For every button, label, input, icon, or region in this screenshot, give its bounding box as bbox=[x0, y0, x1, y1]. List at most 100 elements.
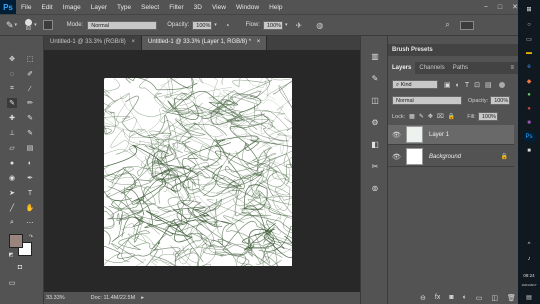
brush-tool-icon-active[interactable]: ✎ bbox=[7, 98, 17, 108]
status-menu-arrow[interactable]: ▸ bbox=[141, 295, 144, 301]
dodge-tool-icon[interactable]: ◐ bbox=[25, 158, 35, 168]
brush-panel-icon[interactable]: ✎ bbox=[369, 72, 381, 84]
layer-row-background[interactable]: 👁 Background 🔒 bbox=[388, 147, 514, 167]
more-tools-icon[interactable]: ⋯ bbox=[25, 218, 35, 228]
swap-colors-icon[interactable]: ↷ bbox=[26, 232, 36, 242]
tab-close-icon[interactable]: × bbox=[257, 39, 261, 45]
menu-edit[interactable]: Edit bbox=[36, 4, 57, 11]
lock-icons[interactable]: ▦✎✥⌧🔒 bbox=[409, 113, 459, 120]
brush-size-dropdown-icon[interactable]: ▾ bbox=[34, 22, 37, 28]
pen-tool-icon[interactable]: ✒ bbox=[25, 173, 35, 183]
minimize-button[interactable]: − bbox=[484, 4, 488, 11]
type-tool-icon[interactable]: T bbox=[25, 188, 35, 198]
new-layer-icon[interactable]: ◫ bbox=[491, 294, 498, 302]
task-view-icon[interactable]: ▭ bbox=[523, 34, 535, 44]
fill-input[interactable]: 100% bbox=[477, 112, 498, 121]
workspace-switcher-icon[interactable] bbox=[459, 20, 474, 30]
tab-untitled-rgb[interactable]: Untitled-1 @ 33.3% (RGB/8) × bbox=[44, 36, 142, 50]
screen-mode-icon[interactable]: ▭ bbox=[7, 278, 17, 288]
tab-untitled-layer1[interactable]: Untitled-1 @ 33.3% (Layer 1, RGB/8) * × bbox=[141, 36, 268, 50]
layer-row-layer1[interactable]: 👁 Layer 1 bbox=[388, 125, 514, 145]
adjustment-layer-icon[interactable]: ◐ bbox=[463, 294, 467, 301]
clock-time[interactable]: 08:24 bbox=[523, 270, 535, 280]
fx-icon[interactable]: fx bbox=[435, 294, 440, 301]
pressure-opacity-icon[interactable]: ◔ bbox=[225, 21, 230, 30]
color-panel-icon[interactable]: ◫ bbox=[369, 94, 381, 106]
menu-help[interactable]: Help bbox=[264, 4, 287, 11]
history-panel-icon[interactable]: ▥ bbox=[369, 50, 381, 62]
menu-view[interactable]: View bbox=[207, 4, 231, 11]
app-icon[interactable]: ● bbox=[523, 90, 535, 100]
styles-panel-icon[interactable]: ◧ bbox=[369, 138, 381, 150]
edge-icon[interactable]: e bbox=[523, 62, 535, 72]
brush-preset-dropdown-icon[interactable]: ▾ bbox=[15, 22, 18, 28]
zoom-tool-icon[interactable]: ⌕ bbox=[7, 218, 17, 228]
add-mask-icon[interactable]: ◙ bbox=[449, 294, 453, 301]
document-canvas[interactable] bbox=[104, 78, 292, 266]
notifications-icon[interactable]: ^ bbox=[523, 240, 535, 250]
search-icon[interactable]: ○ bbox=[523, 20, 535, 30]
visibility-eye-icon[interactable]: 👁 bbox=[392, 153, 402, 161]
filter-toggle-icon[interactable] bbox=[498, 81, 505, 88]
layer-opacity-input[interactable]: 100% bbox=[490, 96, 511, 105]
mixer-brush-tool-icon[interactable]: ✎ bbox=[25, 113, 35, 123]
path-select-tool-icon[interactable]: ➤ bbox=[7, 188, 17, 198]
lasso-tool-icon[interactable]: ◌ bbox=[7, 69, 17, 79]
menu-layer[interactable]: Layer bbox=[86, 4, 112, 11]
healing-brush-tool-icon[interactable]: ✚ bbox=[7, 113, 17, 123]
menu-3d[interactable]: 3D bbox=[189, 4, 207, 11]
flow-dropdown-icon[interactable]: ▾ bbox=[285, 22, 288, 28]
move-tool-icon[interactable]: ✥ bbox=[7, 54, 17, 64]
visibility-eye-icon[interactable]: 👁 bbox=[392, 131, 402, 139]
sponge-tool-icon[interactable]: ◉ bbox=[7, 173, 17, 183]
layer-name[interactable]: Background bbox=[429, 154, 461, 160]
panel-menu-icon[interactable]: ≡ bbox=[506, 62, 518, 74]
menu-file[interactable]: File bbox=[16, 4, 36, 11]
tab-layers[interactable]: Layers bbox=[388, 62, 416, 74]
gradient-tool-icon[interactable]: ▤ bbox=[25, 143, 35, 153]
zoom-level[interactable]: 33.33% bbox=[46, 295, 65, 301]
maximize-button[interactable]: □ bbox=[498, 4, 502, 11]
clock-date[interactable]: 19/01/2017 bbox=[519, 280, 539, 290]
opacity-dropdown-icon[interactable]: ▾ bbox=[214, 22, 217, 28]
flow-input[interactable]: 100% bbox=[262, 20, 283, 30]
menu-image[interactable]: Image bbox=[58, 4, 86, 11]
airbrush-icon[interactable]: ✈ bbox=[296, 21, 303, 30]
menu-window[interactable]: Window bbox=[231, 4, 264, 11]
crop-tool-icon[interactable]: ⌗ bbox=[7, 84, 17, 94]
hand-tool-icon[interactable]: ✋ bbox=[25, 203, 35, 213]
app-icon[interactable]: ● bbox=[523, 104, 535, 114]
properties-panel-icon[interactable]: ✂ bbox=[369, 160, 381, 172]
file-explorer-icon[interactable]: ▬ bbox=[523, 48, 535, 58]
filter-type-icons[interactable]: ▣◐T⊡▤ bbox=[444, 81, 497, 89]
app-icon[interactable]: ■ bbox=[523, 118, 535, 128]
default-colors-icon[interactable]: ◩ bbox=[6, 250, 16, 260]
group-icon[interactable]: ▭ bbox=[476, 294, 483, 302]
eyedropper-tool-icon[interactable]: ⁄ bbox=[25, 84, 35, 94]
adjustments-panel-icon[interactable]: ⚙ bbox=[369, 116, 381, 128]
search-icon[interactable]: ⌕ bbox=[445, 20, 449, 30]
menu-filter[interactable]: Filter bbox=[164, 4, 188, 11]
delete-layer-icon[interactable]: 🗑 bbox=[507, 294, 516, 302]
pencil-tool-icon[interactable]: ✏ bbox=[25, 98, 35, 108]
brush-tool-icon[interactable]: ✎ bbox=[6, 20, 14, 31]
blend-mode-select[interactable]: Normal bbox=[392, 96, 462, 105]
line-tool-icon[interactable]: ╱ bbox=[7, 203, 17, 213]
brush-size-picker[interactable]: 60 bbox=[25, 18, 33, 32]
app-icon[interactable]: ■ bbox=[523, 146, 535, 156]
eraser-tool-icon[interactable]: ▱ bbox=[7, 143, 17, 153]
mode-select[interactable]: Normal bbox=[87, 20, 158, 30]
windows-start-icon[interactable]: ⊞ bbox=[523, 4, 535, 14]
brush-presets-tab[interactable]: Brush Presets bbox=[388, 44, 518, 56]
history-brush-tool-icon[interactable]: ✎ bbox=[25, 128, 35, 138]
action-center-icon[interactable]: ▤ bbox=[523, 292, 535, 302]
link-layers-icon[interactable]: ⊖ bbox=[420, 294, 426, 302]
tab-close-icon[interactable]: × bbox=[131, 39, 135, 45]
layer-name[interactable]: Layer 1 bbox=[429, 132, 449, 138]
quick-select-tool-icon[interactable]: ✐ bbox=[25, 69, 35, 79]
marquee-tool-icon[interactable]: ⬚ bbox=[25, 54, 35, 64]
clone-stamp-tool-icon[interactable]: ⊥ bbox=[7, 128, 17, 138]
quick-mask-icon[interactable]: ◘ bbox=[15, 262, 25, 272]
tab-paths[interactable]: Paths bbox=[449, 62, 472, 74]
paths-panel-icon[interactable]: ⊚ bbox=[369, 182, 381, 194]
